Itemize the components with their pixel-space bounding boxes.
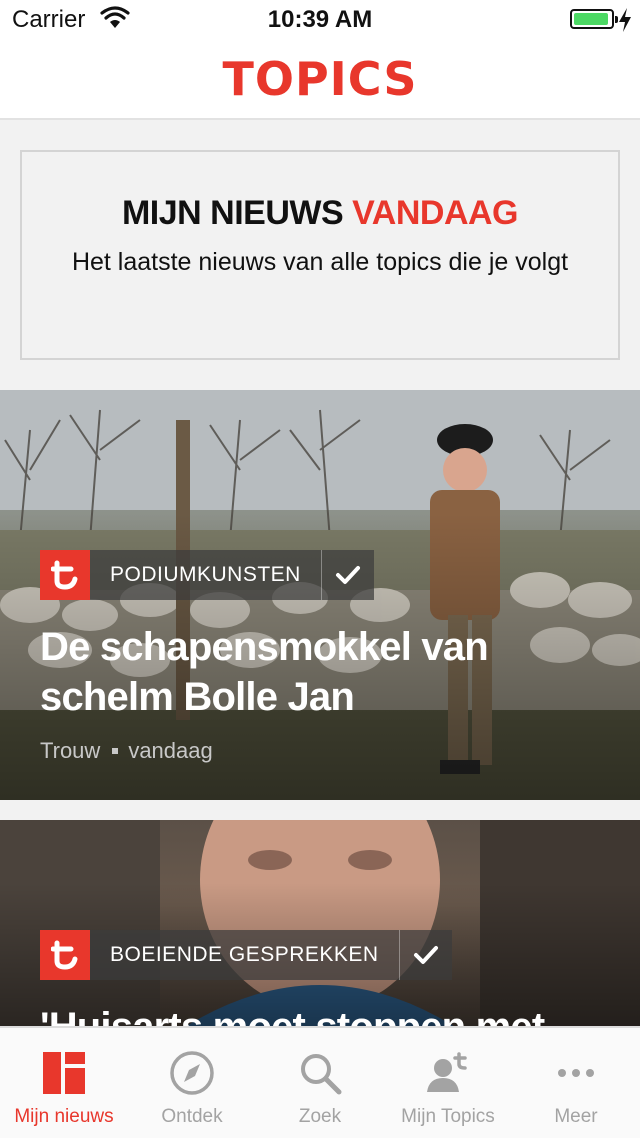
topic-tag[interactable]: PODIUMKUNSTEN (40, 550, 374, 600)
intro-card: MIJN NIEUWS VANDAAG Het laatste nieuws v… (20, 150, 620, 360)
user-topics-icon (427, 1052, 467, 1092)
clock: 10:39 AM (267, 6, 373, 33)
tab-bar: Mijn nieuws Ontdek Zoek Mijn Topics Meer (0, 1026, 640, 1138)
topics-logo-icon (40, 930, 90, 980)
checkmark-icon (335, 566, 360, 584)
article-source: Trouw (40, 738, 101, 763)
search-icon (301, 1054, 342, 1095)
tab-ontdek[interactable]: Ontdek (128, 1028, 256, 1138)
dashboard-icon (43, 1052, 85, 1094)
topic-label: BOEIENDE GESPREKKEN (90, 930, 399, 980)
intro-title-accent: VANDAAG (352, 194, 518, 232)
topics-logo-icon (40, 550, 90, 600)
follow-check-button[interactable] (398, 930, 452, 980)
tab-mijn-nieuws[interactable]: Mijn nieuws (0, 1028, 128, 1138)
tab-mijn-topics[interactable]: Mijn Topics (384, 1028, 512, 1138)
checkmark-icon (413, 946, 438, 964)
tab-label: Meer (554, 1106, 598, 1127)
intro-title-main: MIJN NIEUWS (121, 194, 344, 232)
tab-label: Mijn nieuws (14, 1106, 114, 1127)
status-bar: Carrier 10:39 AM (0, 0, 640, 40)
article-meta: Trouw vandaag (40, 738, 213, 764)
article-card[interactable]: PODIUMKUNSTEN De schapensmokkel van sche… (0, 390, 640, 800)
tab-label: Mijn Topics (401, 1106, 495, 1127)
topic-label: PODIUMKUNSTEN (90, 550, 321, 600)
battery-icon (570, 9, 618, 29)
more-icon (558, 1069, 594, 1077)
follow-check-button[interactable] (320, 550, 374, 600)
charging-icon (619, 8, 631, 32)
article-card[interactable]: BOEIENDE GESPREKKEN 'Huisarts moet stopp… (0, 820, 640, 1030)
intro-subtitle: Het laatste nieuws van alle topics die j… (71, 248, 569, 276)
topic-tag[interactable]: BOEIENDE GESPREKKEN (40, 930, 452, 980)
topics-logo[interactable]: TOPICS (0, 52, 640, 106)
intro-title: MIJN NIEUWS VANDAAG (22, 194, 618, 233)
tab-label: Zoek (298, 1106, 342, 1127)
compass-icon (170, 1051, 214, 1095)
tab-label: Ontdek (161, 1106, 223, 1127)
app-header: TOPICS (0, 40, 640, 120)
tab-zoek[interactable]: Zoek (256, 1028, 384, 1138)
article-time: vandaag (128, 738, 213, 763)
article-headline[interactable]: De schapensmokkel van schelm Bolle Jan (40, 622, 600, 722)
tab-meer[interactable]: Meer (512, 1028, 640, 1138)
